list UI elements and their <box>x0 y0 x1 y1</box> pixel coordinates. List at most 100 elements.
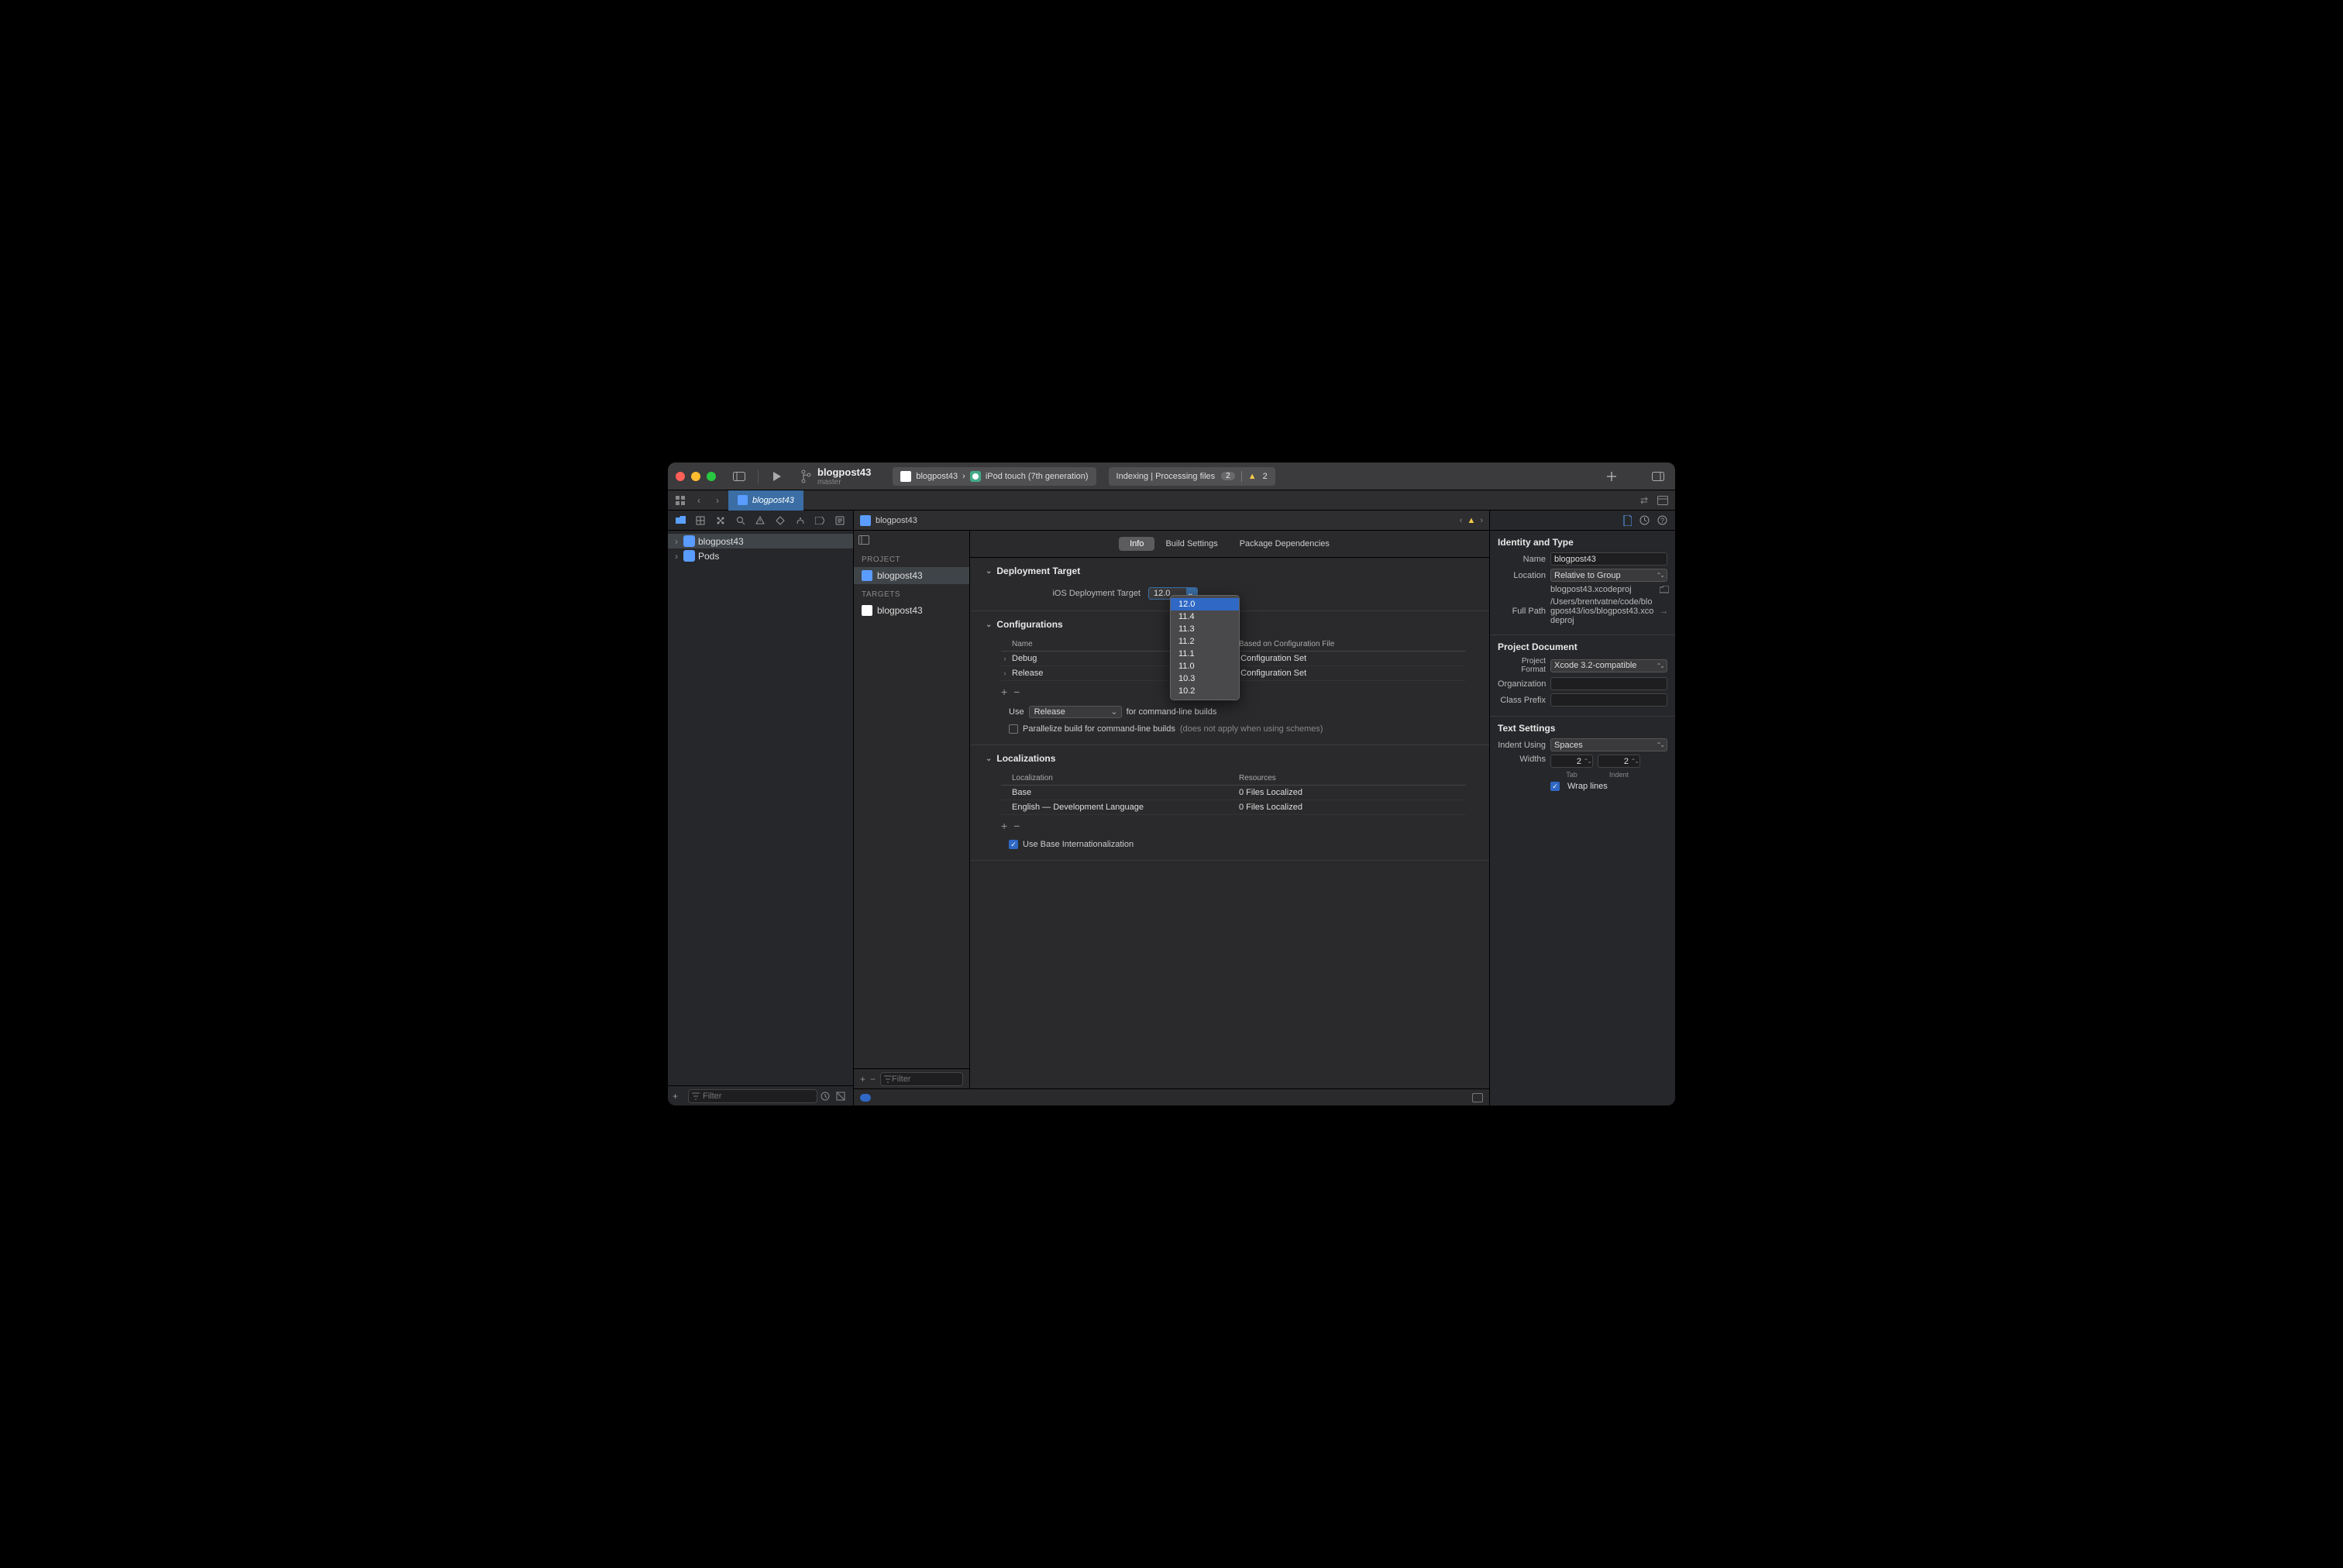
chevron-down-icon[interactable]: ⌄ <box>986 621 992 629</box>
disclosure-icon[interactable]: › <box>673 536 680 547</box>
scm-filter-icon[interactable] <box>836 1092 848 1101</box>
outline-filter-placeholder: Filter <box>892 1075 910 1084</box>
remove-config-icon[interactable]: − <box>1013 686 1020 698</box>
org-field[interactable] <box>1550 677 1667 690</box>
disclosure-icon[interactable]: › <box>1001 655 1009 662</box>
outline-project-item[interactable]: blogpost43 <box>854 567 969 584</box>
section-title: Localizations <box>996 753 1055 764</box>
dropdown-option[interactable]: 12.0 <box>1171 598 1239 610</box>
test-navigator-icon[interactable] <box>773 514 787 528</box>
nav-next-icon[interactable]: › <box>1480 516 1483 525</box>
filter-placeholder: Filter <box>703 1092 721 1101</box>
nav-prev-icon[interactable]: ‹ <box>1460 516 1463 525</box>
breadcrumb-label[interactable]: blogpost43 <box>876 516 917 525</box>
tab-grid-icon[interactable] <box>673 493 688 508</box>
library-icon[interactable] <box>1649 467 1667 486</box>
add-config-icon[interactable]: + <box>1001 686 1007 698</box>
parallelize-checkbox[interactable] <box>1009 724 1018 734</box>
navigator-filter-input[interactable]: Filter <box>688 1089 817 1103</box>
dropdown-option[interactable]: 11.2 <box>1171 635 1239 648</box>
reveal-icon[interactable]: → <box>1660 607 1667 616</box>
table-row[interactable]: English — Development Language 0 Files L… <box>1001 800 1466 815</box>
debug-area-indicator[interactable] <box>860 1094 871 1102</box>
dropdown-option[interactable]: 10.3 <box>1171 672 1239 685</box>
build-config-combo[interactable]: Release <box>1029 706 1122 718</box>
name-field[interactable]: blogpost43 <box>1550 552 1667 566</box>
nav-back-icon[interactable]: ‹ <box>691 493 707 508</box>
indent-using-label: Indent Using <box>1498 741 1546 750</box>
dropdown-option[interactable]: 10.2 <box>1171 685 1239 697</box>
outline-item-label: blogpost43 <box>877 570 923 581</box>
add-target-icon[interactable]: + <box>860 1074 865 1085</box>
file-inspector-icon[interactable] <box>1623 515 1632 526</box>
format-select[interactable]: Xcode 3.2-compatible <box>1550 659 1667 672</box>
history-inspector-icon[interactable] <box>1639 515 1650 525</box>
fullpath-text: /Users/brentvatne/code/blogpost43/ios/bl… <box>1550 597 1655 625</box>
issue-navigator-icon[interactable] <box>753 514 767 528</box>
wrap-lines-label: Wrap lines <box>1567 782 1608 791</box>
remove-target-icon[interactable]: − <box>870 1074 876 1085</box>
folder-picker-icon[interactable] <box>1660 586 1667 593</box>
col-based: Based on Configuration File <box>1239 640 1466 648</box>
indent-width-stepper[interactable]: 2 <box>1598 755 1640 768</box>
editor-options-icon[interactable] <box>1655 493 1670 508</box>
disclosure-icon[interactable]: › <box>1001 669 1009 677</box>
outline-target-item[interactable]: blogpost43 <box>854 602 969 619</box>
wrap-lines-checkbox[interactable]: ✓ <box>1550 782 1560 791</box>
chevron-down-icon[interactable]: ⌄ <box>986 567 992 576</box>
project-navigator-icon[interactable] <box>674 514 688 528</box>
breakpoint-navigator-icon[interactable] <box>813 514 827 528</box>
tab-build-settings[interactable]: Build Settings <box>1154 537 1228 551</box>
report-navigator-icon[interactable] <box>833 514 847 528</box>
chevron-down-icon[interactable]: ⌄ <box>986 755 992 763</box>
symbol-navigator-icon[interactable] <box>714 514 728 528</box>
zoom-window-button[interactable] <box>707 472 716 481</box>
section-title: Identity and Type <box>1498 537 1667 548</box>
dropdown-option[interactable]: 11.4 <box>1171 610 1239 623</box>
source-control-navigator-icon[interactable] <box>693 514 707 528</box>
close-window-button[interactable] <box>676 472 685 481</box>
find-navigator-icon[interactable] <box>734 514 748 528</box>
table-row[interactable]: Base 0 Files Localized <box>1001 786 1466 800</box>
editor-tab[interactable]: blogpost43 <box>728 490 803 511</box>
indent-using-select[interactable]: Spaces <box>1550 738 1667 751</box>
outline-toggle-icon[interactable] <box>854 531 969 549</box>
scheme-selector[interactable]: blogpost43 › iPod touch (7th generation) <box>893 467 1096 486</box>
debug-navigator-icon[interactable] <box>793 514 807 528</box>
recent-filter-icon[interactable] <box>821 1092 833 1101</box>
swap-icon[interactable]: ⇄ <box>1636 493 1652 508</box>
tree-item-pods[interactable]: › Pods <box>668 548 853 563</box>
add-file-icon[interactable]: + <box>673 1091 685 1102</box>
help-inspector-icon[interactable]: ? <box>1657 515 1667 525</box>
tab-package-dependencies[interactable]: Package Dependencies <box>1229 537 1340 551</box>
run-button[interactable] <box>768 467 786 486</box>
add-button[interactable] <box>1602 467 1621 486</box>
section-title: Text Settings <box>1498 723 1667 734</box>
class-prefix-field[interactable] <box>1550 693 1667 707</box>
debug-area-toggle-icon[interactable] <box>1472 1093 1483 1102</box>
use-base-i18n-checkbox[interactable]: ✓ <box>1009 840 1018 849</box>
chevron-right-icon: › <box>962 472 965 481</box>
class-prefix-label: Class Prefix <box>1498 696 1546 705</box>
nav-forward-icon[interactable]: › <box>710 493 725 508</box>
outline-filter-input[interactable]: Filter <box>880 1072 963 1086</box>
tree-item-project[interactable]: › blogpost43 <box>668 534 853 548</box>
warning-badge-icon[interactable]: ▲ <box>1467 516 1475 525</box>
identity-section: Identity and Type Name blogpost43 Locati… <box>1490 531 1675 635</box>
tab-info[interactable]: Info <box>1119 537 1154 551</box>
dropdown-option[interactable]: 11.1 <box>1171 648 1239 660</box>
deployment-target-dropdown: 12.0 11.4 11.3 11.2 11.1 11.0 10.3 10.2 <box>1170 595 1240 700</box>
window-controls <box>676 472 716 481</box>
activity-status[interactable]: Indexing | Processing files 2 ▲ 2 <box>1109 467 1275 486</box>
minimize-window-button[interactable] <box>691 472 700 481</box>
location-select[interactable]: Relative to Group <box>1550 569 1667 582</box>
dropdown-option[interactable]: 11.0 <box>1171 660 1239 672</box>
tab-width-stepper[interactable]: 2 <box>1550 755 1593 768</box>
project-file-icon <box>683 550 695 562</box>
disclosure-icon[interactable]: › <box>673 551 680 562</box>
sidebar-toggle-icon[interactable] <box>730 467 748 486</box>
add-localization-icon[interactable]: + <box>1001 820 1007 832</box>
dropdown-option[interactable]: 11.3 <box>1171 623 1239 635</box>
remove-localization-icon[interactable]: − <box>1013 820 1020 832</box>
project-title-area[interactable]: blogpost43 master <box>800 466 871 487</box>
